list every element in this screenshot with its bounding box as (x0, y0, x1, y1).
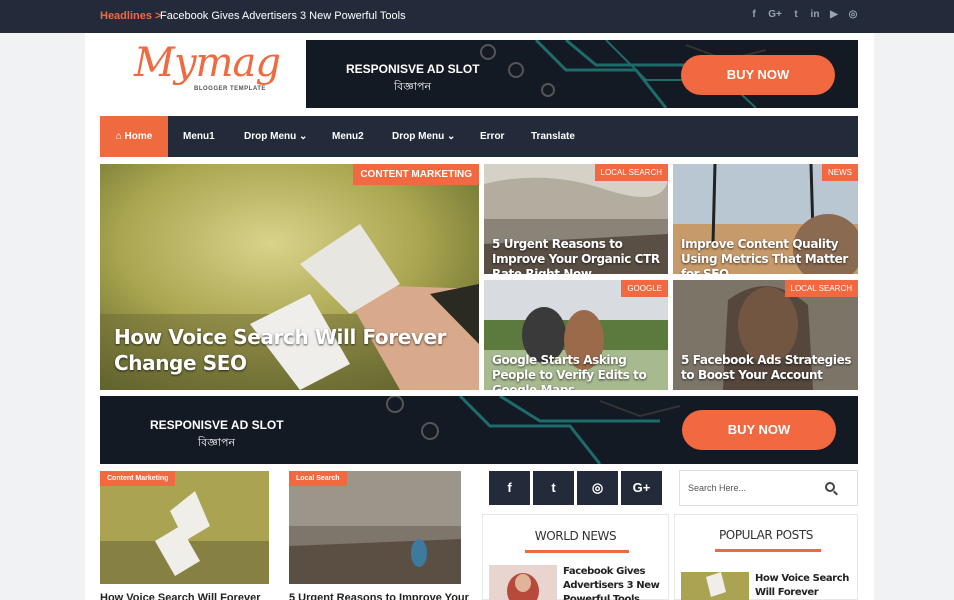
featured-post-small[interactable]: LOCAL SEARCH 5 Urgent Reasons to Improve… (484, 164, 668, 274)
facebook-icon[interactable]: f (749, 9, 759, 20)
content-ad-banner[interactable]: RESPONISVE AD SLOT বিজ্ঞাপন BUY NOW (100, 396, 858, 464)
top-social-icons: f G+ t in ▶ ◎ (749, 9, 858, 20)
featured-post-small[interactable]: NEWS Improve Content Quality Using Metri… (673, 164, 858, 274)
featured-post-small[interactable]: GOOGLE Google Starts Asking People to Ve… (484, 280, 668, 390)
post-title[interactable]: How Voice Search Will Forever (100, 592, 260, 600)
featured-title[interactable]: Google Starts Asking People to Verify Ed… (492, 353, 668, 390)
search-icon[interactable] (825, 482, 835, 492)
category-tag[interactable]: CONTENT MARKETING (353, 164, 479, 185)
facebook-icon[interactable]: f (489, 471, 530, 505)
nav-drop-menu-1[interactable]: Drop Menu ⌄ (244, 116, 307, 157)
post-image-sneakers (100, 471, 269, 584)
headline-ticker-link[interactable]: Facebook Gives Advertisers 3 New Powerfu… (160, 10, 406, 22)
buy-now-button[interactable]: BUY NOW (681, 55, 835, 95)
category-tag[interactable]: Content Marketing (100, 471, 176, 486)
twitter-icon[interactable]: t (791, 9, 801, 20)
widget-title: WORLD NEWS (534, 529, 617, 543)
instagram-icon[interactable]: ◎ (848, 9, 858, 20)
nav-home[interactable]: ⌂ Home (100, 116, 168, 157)
featured-title[interactable]: 5 Facebook Ads Strategies to Boost Your … (681, 353, 858, 383)
nav-menu1[interactable]: Menu1 (183, 116, 215, 157)
search-box: Search Here... (679, 470, 858, 506)
ad-subtitle: বিজ্ঞাপন (198, 436, 236, 449)
home-icon: ⌂ (115, 131, 122, 142)
pinterest-icon[interactable]: ◎ (577, 471, 618, 505)
featured-title[interactable]: Improve Content Quality Using Metrics Th… (681, 237, 858, 274)
popular-post-title[interactable]: How Voice Search Will Forever Change SEO (755, 572, 855, 600)
featured-post-small[interactable]: LOCAL SEARCH 5 Facebook Ads Strategies t… (673, 280, 858, 390)
post-card[interactable]: Local Search (289, 471, 461, 584)
chevron-down-icon: ⌄ (447, 131, 456, 142)
category-tag[interactable]: LOCAL SEARCH (594, 164, 668, 181)
header-ad-banner[interactable]: RESPONISVE AD SLOT বিজ্ঞাপন BUY NOW (306, 40, 858, 108)
search-input[interactable]: Search Here... (688, 483, 746, 493)
logo-subtitle: BLOGGER TEMPLATE (194, 86, 266, 92)
popular-post-thumbnail[interactable] (681, 572, 749, 600)
ad-subtitle: বিজ্ঞাপন (394, 80, 432, 93)
nav-drop-menu-2[interactable]: Drop Menu ⌄ (392, 116, 455, 157)
main-navigation: ⌂ Home Menu1 Drop Menu ⌄ Menu2 Drop Menu… (100, 116, 858, 157)
featured-title[interactable]: 5 Urgent Reasons to Improve Your Organic… (492, 237, 668, 274)
buy-now-button[interactable]: BUY NOW (682, 410, 836, 450)
news-item-title[interactable]: Facebook Gives Advertisers 3 New Powerfu… (563, 565, 663, 600)
site-logo[interactable]: Mymag BLOGGER TEMPLATE (134, 40, 281, 102)
nav-error[interactable]: Error (480, 116, 504, 157)
nav-translate[interactable]: Translate (531, 116, 575, 157)
youtube-icon[interactable]: ▶ (829, 9, 839, 20)
featured-post-main[interactable]: CONTENT MARKETING How Voice Search Will … (100, 164, 479, 390)
ad-title: RESPONISVE AD SLOT (150, 418, 284, 432)
post-image-road (289, 471, 461, 584)
category-tag[interactable]: GOOGLE (621, 280, 668, 297)
top-bar: Headlines > Facebook Gives Advertisers 3… (0, 0, 954, 33)
featured-title[interactable]: How Voice Search Will Forever Change SEO (114, 324, 474, 376)
category-tag[interactable]: NEWS (822, 164, 858, 181)
google-plus-icon[interactable]: G+ (768, 9, 782, 20)
news-thumbnail[interactable] (489, 565, 557, 600)
thumbnail-image (681, 572, 749, 600)
thumbnail-image (489, 565, 557, 600)
google-plus-icon[interactable]: G+ (621, 471, 662, 505)
widget-title: POPULAR POSTS (718, 528, 814, 542)
twitter-icon[interactable]: t (533, 471, 574, 505)
title-underline (525, 550, 629, 553)
chevron-down-icon: ⌄ (299, 131, 308, 142)
post-card[interactable]: Content Marketing (100, 471, 269, 584)
category-tag[interactable]: LOCAL SEARCH (784, 280, 858, 297)
ad-title: RESPONISVE AD SLOT (346, 62, 480, 76)
logo-text: Mymag (134, 40, 281, 86)
category-tag[interactable]: Local Search (289, 471, 347, 486)
headlines-label: Headlines > (100, 10, 162, 22)
nav-menu2[interactable]: Menu2 (332, 116, 364, 157)
linkedin-icon[interactable]: in (810, 9, 820, 20)
popular-posts-widget: POPULAR POSTS How Voice Search Will Fore… (674, 514, 858, 600)
post-title[interactable]: 5 Urgent Reasons to Improve Your (289, 592, 469, 600)
title-underline (715, 549, 821, 552)
world-news-widget: WORLD NEWS Facebook Gives Advertisers 3 … (482, 514, 669, 600)
